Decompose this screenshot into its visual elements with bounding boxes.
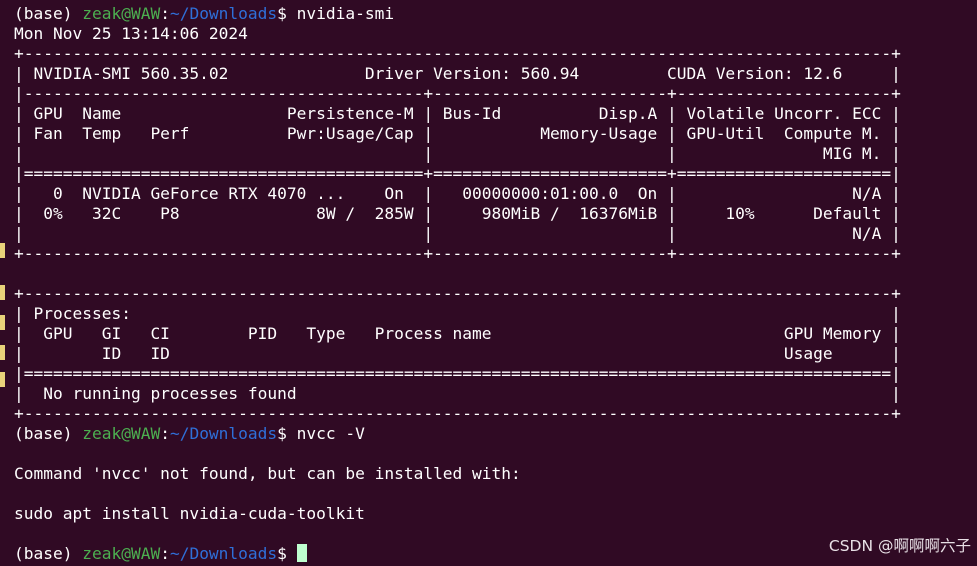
prompt-dollar: $ bbox=[277, 544, 297, 563]
table-separator: |=======================================… bbox=[14, 164, 901, 183]
user-host: zeak@WAW bbox=[82, 424, 161, 443]
prompt-dollar: $ bbox=[277, 4, 297, 23]
prompt-colon: : bbox=[160, 4, 170, 23]
command-text: nvcc -V bbox=[296, 424, 365, 443]
processes-header: | GPU GI CI PID Type Process name GPU Me… bbox=[14, 324, 901, 343]
gpu-row: | 0% 32C P8 8W / 285W | 980MiB / 16376Mi… bbox=[14, 204, 901, 223]
prompt-colon: : bbox=[160, 424, 170, 443]
table-border: +---------------------------------------… bbox=[14, 244, 901, 263]
user-host: zeak@WAW bbox=[82, 4, 161, 23]
table-border: +---------------------------------------… bbox=[14, 44, 901, 63]
command-text: nvidia-smi bbox=[296, 4, 395, 23]
prompt-line: (base) zeak@WAW:~/Downloads$ nvidia-smi bbox=[0, 4, 977, 24]
column-header: | GPU Name Persistence-M | Bus-Id Disp.A… bbox=[14, 104, 901, 123]
output-date: Mon Nov 25 13:14:06 2024 bbox=[14, 24, 248, 43]
conda-env: (base) bbox=[14, 544, 83, 563]
conda-env: (base) bbox=[14, 4, 83, 23]
terminal-window[interactable]: (base) zeak@WAW:~/Downloads$ nvidia-smi … bbox=[0, 0, 977, 566]
column-header: | | | MIG M. | bbox=[14, 144, 901, 163]
table-border: +---------------------------------------… bbox=[14, 404, 901, 423]
current-path: ~/Downloads bbox=[169, 4, 278, 23]
current-path: ~/Downloads bbox=[169, 544, 278, 563]
processes-header: | ID ID Usage | bbox=[14, 344, 901, 363]
gpu-row: | 0 NVIDIA GeForce RTX 4070 ... On | 000… bbox=[14, 184, 901, 203]
processes-title: | Processes: | bbox=[14, 304, 901, 323]
conda-env: (base) bbox=[14, 424, 83, 443]
watermark: CSDN @啊啊啊六子 bbox=[828, 537, 971, 555]
prompt-colon: : bbox=[160, 544, 170, 563]
table-separator: |---------------------------------------… bbox=[14, 84, 901, 103]
prompt-line: (base) zeak@WAW:~/Downloads$ nvcc -V bbox=[0, 424, 977, 444]
table-border: +---------------------------------------… bbox=[14, 284, 901, 303]
column-header: | Fan Temp Perf Pwr:Usage/Cap | Memory-U… bbox=[14, 124, 901, 143]
prompt-dollar: $ bbox=[277, 424, 297, 443]
current-path: ~/Downloads bbox=[169, 424, 278, 443]
error-message: Command 'nvcc' not found, but can be ins… bbox=[14, 464, 521, 483]
user-host: zeak@WAW bbox=[82, 544, 161, 563]
processes-none: | No running processes found | bbox=[14, 384, 901, 403]
install-suggestion: sudo apt install nvidia-cuda-toolkit bbox=[14, 504, 365, 523]
table-separator: |=======================================… bbox=[14, 364, 901, 383]
gpu-row: | | | N/A | bbox=[14, 224, 901, 243]
text-cursor[interactable] bbox=[296, 544, 307, 562]
smi-header: | NVIDIA-SMI 560.35.02 Driver Version: 5… bbox=[14, 64, 901, 83]
